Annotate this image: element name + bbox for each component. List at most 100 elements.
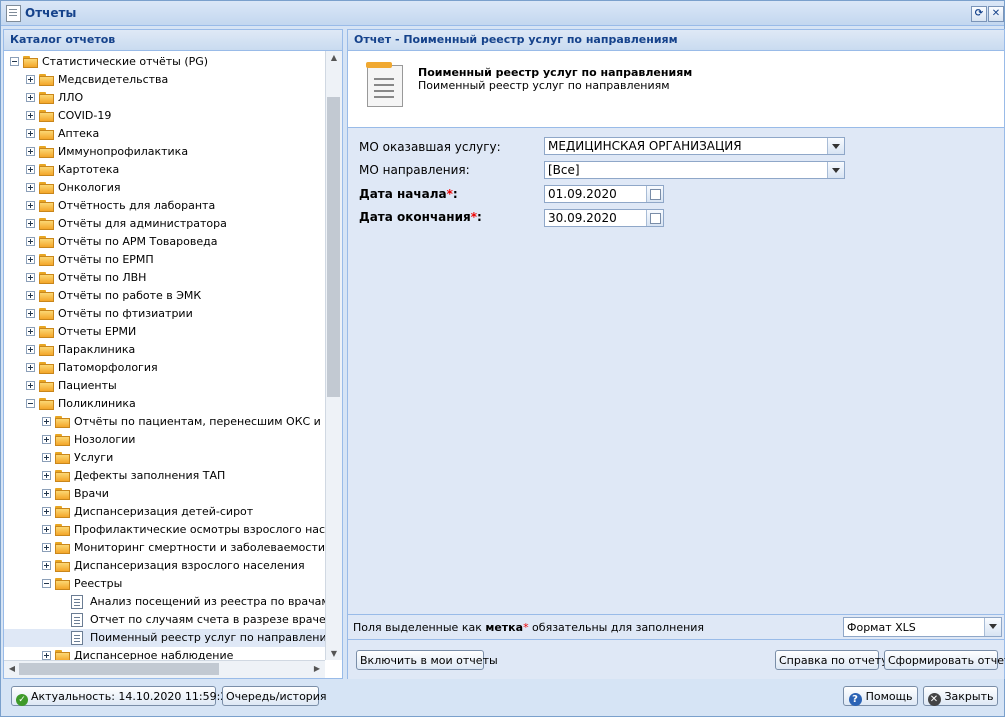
tree-folder-item[interactable]: Профилактические осмотры взрослого насел… (4, 521, 325, 539)
tree-item-label: Поименный реестр услуг по направлениям (… (90, 631, 325, 644)
expand-icon[interactable] (42, 471, 51, 480)
tree-folder-item[interactable]: Иммунопрофилактика (4, 143, 325, 161)
chevron-down-icon[interactable] (827, 162, 844, 178)
generate-report-button[interactable]: Сформировать отчет (884, 650, 1005, 670)
tree-folder-item[interactable]: Онкология (4, 179, 325, 197)
expand-icon[interactable] (26, 111, 35, 120)
calendar-icon[interactable] (646, 210, 663, 226)
expand-icon[interactable] (26, 219, 35, 228)
tree-folder-item[interactable]: Отчёты по ЛВН (4, 269, 325, 287)
mo-direction-combo[interactable]: [Все] (544, 161, 845, 179)
close-button[interactable]: ✕ Закрыть (923, 686, 998, 706)
tree-folder-item[interactable]: Отчёты по ЕРМП (4, 251, 325, 269)
calendar-icon[interactable] (646, 186, 663, 202)
expand-icon[interactable] (26, 273, 35, 282)
expand-icon[interactable] (42, 561, 51, 570)
expand-icon[interactable] (26, 183, 35, 192)
tree-folder-item[interactable]: Отчёты по фтизиатрии (4, 305, 325, 323)
tree-folder-item[interactable]: Аптека (4, 125, 325, 143)
close-icon[interactable]: ✕ (988, 6, 1004, 22)
tree-folder-item[interactable]: ЛЛО (4, 89, 325, 107)
expand-icon[interactable] (26, 93, 35, 102)
expand-icon[interactable] (26, 237, 35, 246)
tree-folder-item[interactable]: Услуги (4, 449, 325, 467)
queue-history-button[interactable]: Очередь/история (222, 686, 327, 706)
tree-folder-item[interactable]: Патоморфология (4, 359, 325, 377)
scroll-up-icon[interactable]: ▲ (326, 53, 342, 62)
expand-icon[interactable] (26, 345, 35, 354)
date-start-field[interactable]: 01.09.2020 (544, 185, 664, 203)
expand-icon[interactable] (26, 129, 35, 138)
report-doc-icon (71, 631, 83, 645)
expand-icon[interactable] (26, 309, 35, 318)
tree-report-item[interactable]: Отчет по случаям счета в разрезе врачей … (4, 611, 325, 629)
scroll-down-icon[interactable]: ▼ (326, 649, 342, 658)
tree-folder-item[interactable]: Пациенты (4, 377, 325, 395)
tree-folder-item[interactable]: Врачи (4, 485, 325, 503)
tree-folder-item[interactable]: Медсвидетельства (4, 71, 325, 89)
add-to-my-reports-button[interactable]: Включить в мои отчеты (356, 650, 498, 670)
tree-folder-item[interactable]: Нозологии (4, 431, 325, 449)
tree-folder-item[interactable]: Отчёты по АРМ Товароведа (4, 233, 325, 251)
tree-folder-item[interactable]: Отчёты по работе в ЭМК (4, 287, 325, 305)
collapse-icon[interactable] (26, 399, 35, 408)
expand-icon[interactable] (26, 201, 35, 210)
expand-icon[interactable] (26, 381, 35, 390)
tree-folder-item[interactable]: Диспансеризация детей-сирот (4, 503, 325, 521)
expand-icon[interactable] (26, 255, 35, 264)
actuality-button[interactable]: ✓ Актуальность: 14.10.2020 11:59:26 (11, 686, 234, 706)
catalog-header: Каталог отчетов (4, 30, 342, 51)
folder-icon (39, 182, 55, 194)
expand-icon[interactable] (26, 147, 35, 156)
tree-folder-item[interactable]: Реестры (4, 575, 325, 593)
tree-folder-item[interactable]: Поликлиника (4, 395, 325, 413)
report-icon (366, 62, 403, 107)
refresh-icon[interactable]: ⟳ (971, 6, 987, 22)
mo-service-combo[interactable]: МЕДИЦИНСКАЯ ОРГАНИЗАЦИЯ (544, 137, 845, 155)
chevron-down-icon[interactable] (827, 138, 844, 154)
expand-icon[interactable] (26, 165, 35, 174)
tree-report-item[interactable]: Анализ посещений из реестра по врачам (P… (4, 593, 325, 611)
tree-folder-item[interactable]: Отчёты для администратора (4, 215, 325, 233)
tree-folder-item[interactable]: Статистические отчёты (PG) (4, 53, 325, 71)
collapse-icon[interactable] (10, 57, 19, 66)
expand-icon[interactable] (42, 453, 51, 462)
collapse-icon[interactable] (42, 579, 51, 588)
tree-folder-item[interactable]: Картотека (4, 161, 325, 179)
tree-folder-item[interactable]: Дефекты заполнения ТАП (4, 467, 325, 485)
scrollbar-thumb[interactable] (327, 97, 340, 397)
tree-folder-item[interactable]: COVID-19 (4, 107, 325, 125)
catalog-panel: Каталог отчетов Статистические отчёты (P… (3, 29, 343, 679)
tree-folder-item[interactable]: Диспансеризация взрослого населения (4, 557, 325, 575)
folder-open-icon (23, 56, 39, 68)
chevron-down-icon[interactable] (984, 618, 1001, 636)
expand-icon[interactable] (26, 75, 35, 84)
expand-icon[interactable] (26, 291, 35, 300)
format-combo[interactable]: Формат XLS (843, 617, 1002, 637)
tree-folder-item[interactable]: Отчёты по пациентам, перенесшим ОКС и ин… (4, 413, 325, 431)
tree-folder-item[interactable]: Отчётность для лаборанта (4, 197, 325, 215)
scroll-right-icon[interactable]: ▶ (309, 664, 325, 673)
expand-icon[interactable] (42, 543, 51, 552)
expand-icon[interactable] (42, 507, 51, 516)
folder-icon (39, 362, 55, 374)
expand-icon[interactable] (42, 489, 51, 498)
expand-icon[interactable] (42, 435, 51, 444)
expand-icon[interactable] (26, 327, 35, 336)
expand-icon[interactable] (26, 363, 35, 372)
report-help-button[interactable]: Справка по отчету (775, 650, 888, 670)
vertical-scrollbar[interactable]: ▲ ▼ (325, 51, 342, 660)
expand-icon[interactable] (42, 417, 51, 426)
scroll-left-icon[interactable]: ◀ (4, 664, 20, 673)
date-end-field[interactable]: 30.09.2020 (544, 209, 664, 227)
hscrollbar-thumb[interactable] (19, 663, 219, 675)
horizontal-scrollbar[interactable]: ◀ ▶ (4, 660, 325, 678)
tree-folder-item[interactable]: Диспансерное наблюдение (4, 647, 325, 660)
tree-folder-item[interactable]: Мониторинг смертности и заболеваемости (4, 539, 325, 557)
expand-icon[interactable] (42, 525, 51, 534)
tree-folder-item[interactable]: Отчеты ЕРМИ (4, 323, 325, 341)
tree-report-item[interactable]: Поименный реестр услуг по направлениям (… (4, 629, 325, 647)
expand-icon[interactable] (42, 651, 51, 660)
help-button[interactable]: ? Помощь (843, 686, 918, 706)
tree-folder-item[interactable]: Параклиника (4, 341, 325, 359)
